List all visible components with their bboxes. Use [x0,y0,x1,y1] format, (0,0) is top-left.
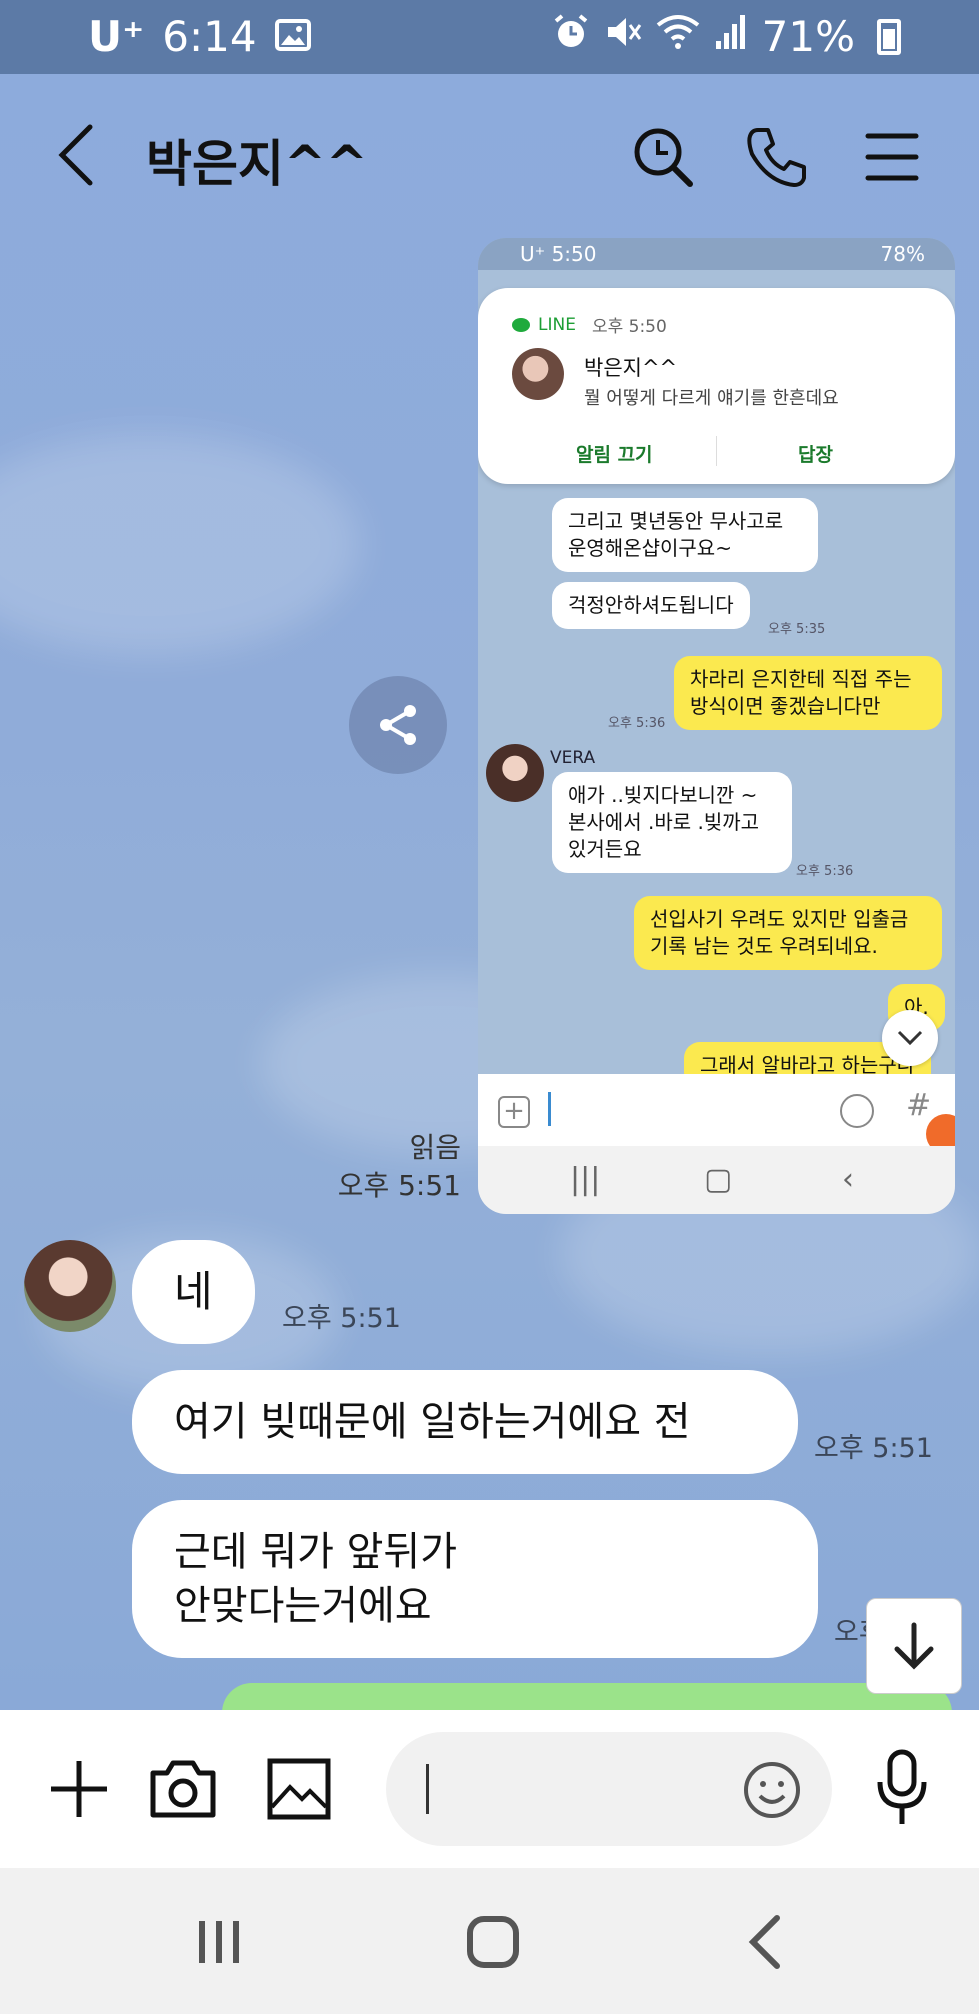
battery-percent: 71% [761,12,855,61]
notification-sender: 박은지^^ [584,356,678,380]
recents-button[interactable] [184,1912,254,1972]
home-button[interactable] [458,1912,528,1972]
image-icon [267,1758,331,1820]
scroll-to-bottom-button[interactable] [866,1598,962,1694]
attach-button[interactable] [44,1754,114,1824]
notification-mute-button: 알림 끄기 [576,444,653,466]
embedded-nav-bar: ||| ▢ ‹ [478,1146,955,1214]
embedded-msg-3-time: 오후 5:36 [608,716,666,731]
sender-avatar[interactable] [24,1240,116,1332]
emoji-button[interactable] [742,1760,802,1820]
scroll-down-icon [894,1622,934,1670]
menu-icon [865,133,919,181]
embedded-msg-4-time: 오후 5:36 [796,864,854,879]
status-time: 6:14 [162,12,257,61]
incoming-message-2-time: 오후 5:51 [814,1433,933,1464]
message-input[interactable] [386,1732,832,1846]
notification-app: LINE 오후 5:50 [512,312,667,337]
alarm-icon [552,12,590,61]
call-button[interactable] [744,124,810,190]
embedded-msg-4: 애가 ..빚지다보니깐 ~ 본사에서 .바로 .빚까고 있거든요 [552,772,792,873]
read-label: 읽음 [409,1131,461,1164]
incoming-message-3[interactable]: 근데 뭐가 앞뒤가 안맞다는거에요 [132,1500,818,1658]
embedded-battery: 78% [880,242,925,266]
vera-name: VERA [550,748,596,768]
notification-divider [716,436,717,466]
signal-icon [714,12,748,61]
search-button[interactable] [630,124,696,190]
home-icon [467,1916,519,1968]
plus-icon [51,1761,107,1817]
embedded-msg-1: 그리고 몇년동안 무사고로 운영해온샵이구요~ [552,498,818,572]
chat-title: 박은지^^ [146,135,368,193]
line-notification: LINE 오후 5:50 박은지^^ 뭘 어떻게 다르게 얘기를 한흔데요 알림… [478,288,955,484]
embedded-plus-icon: + [498,1096,530,1128]
emoji-icon [744,1762,800,1818]
incoming-message-2[interactable]: 여기 빚때문에 일하는거에요 전 [132,1370,798,1474]
system-back-button[interactable] [730,1912,800,1972]
embedded-status-time: 5:50 [551,242,597,266]
embedded-emoji-icon [840,1094,874,1128]
incoming-message-1-time: 오후 5:51 [282,1303,401,1334]
image-message[interactable]: U⁺ 5:50 78% 그리고 몇년동안 무사고로 운영해온샵이구요~ 걱정안하… [478,238,955,1214]
embedded-input-bar: + # [478,1074,955,1154]
message-input-bar [0,1710,979,1868]
embedded-back-icon: ‹ [842,1162,854,1197]
notification-reply-button: 답장 [798,444,833,466]
incoming-message-1[interactable]: 네 [132,1240,255,1344]
embedded-msg-2-time: 오후 5:35 [768,622,826,637]
share-icon [380,705,416,745]
share-button[interactable] [349,676,447,774]
notification-preview: 뭘 어떻게 다르게 얘기를 한흔데요 [584,388,839,409]
image-message-time: 오후 5:51 [337,1169,461,1202]
gallery-notification-icon [274,12,311,61]
embedded-cursor [548,1092,551,1126]
mic-icon [877,1749,927,1824]
back-icon [58,124,93,186]
embedded-msg-5: 선입사기 우려도 있지만 입출금 기록 남는 것도 우려되네요. [634,896,942,970]
embedded-msg-2: 걱정안하셔도됩니다 [552,582,750,629]
camera-button[interactable] [148,1754,218,1824]
wifi-icon [656,12,700,61]
phone-icon [747,128,806,187]
menu-button[interactable] [862,124,928,190]
line-app-icon [512,317,530,332]
camera-icon [150,1760,216,1818]
embedded-hash-icon: # [906,1088,932,1123]
recents-icon [199,1921,239,1963]
input-caret [426,1764,429,1814]
embedded-recents-icon: ||| [570,1162,601,1197]
battery-icon [877,18,901,55]
voice-button[interactable] [874,1748,930,1828]
vera-avatar [486,744,544,802]
embedded-status-bar: U⁺ 5:50 78% [478,238,955,270]
system-back-icon [748,1915,780,1969]
status-left: U⁺ 6:14 [88,12,311,61]
notification-time: 오후 5:50 [591,317,667,337]
system-nav-bar [0,1868,979,2014]
carrier-label: U⁺ [88,12,145,61]
notification-avatar [512,348,564,400]
status-right: 71% [552,12,901,61]
back-button[interactable] [56,120,106,190]
embedded-home-icon: ▢ [704,1162,733,1197]
embedded-scroll-down-button [882,1010,938,1066]
mute-icon [604,12,642,61]
notification-app-name: LINE [538,314,576,335]
search-clock-icon [634,128,693,187]
gallery-button[interactable] [264,1754,334,1824]
embedded-carrier: U⁺ [520,242,546,266]
chevron-down-icon [897,1030,923,1046]
embedded-msg-3: 차라리 은지한테 직접 주는 방식이면 좋겠습니다만 [674,656,942,730]
status-bar: U⁺ 6:14 71% [0,0,979,74]
